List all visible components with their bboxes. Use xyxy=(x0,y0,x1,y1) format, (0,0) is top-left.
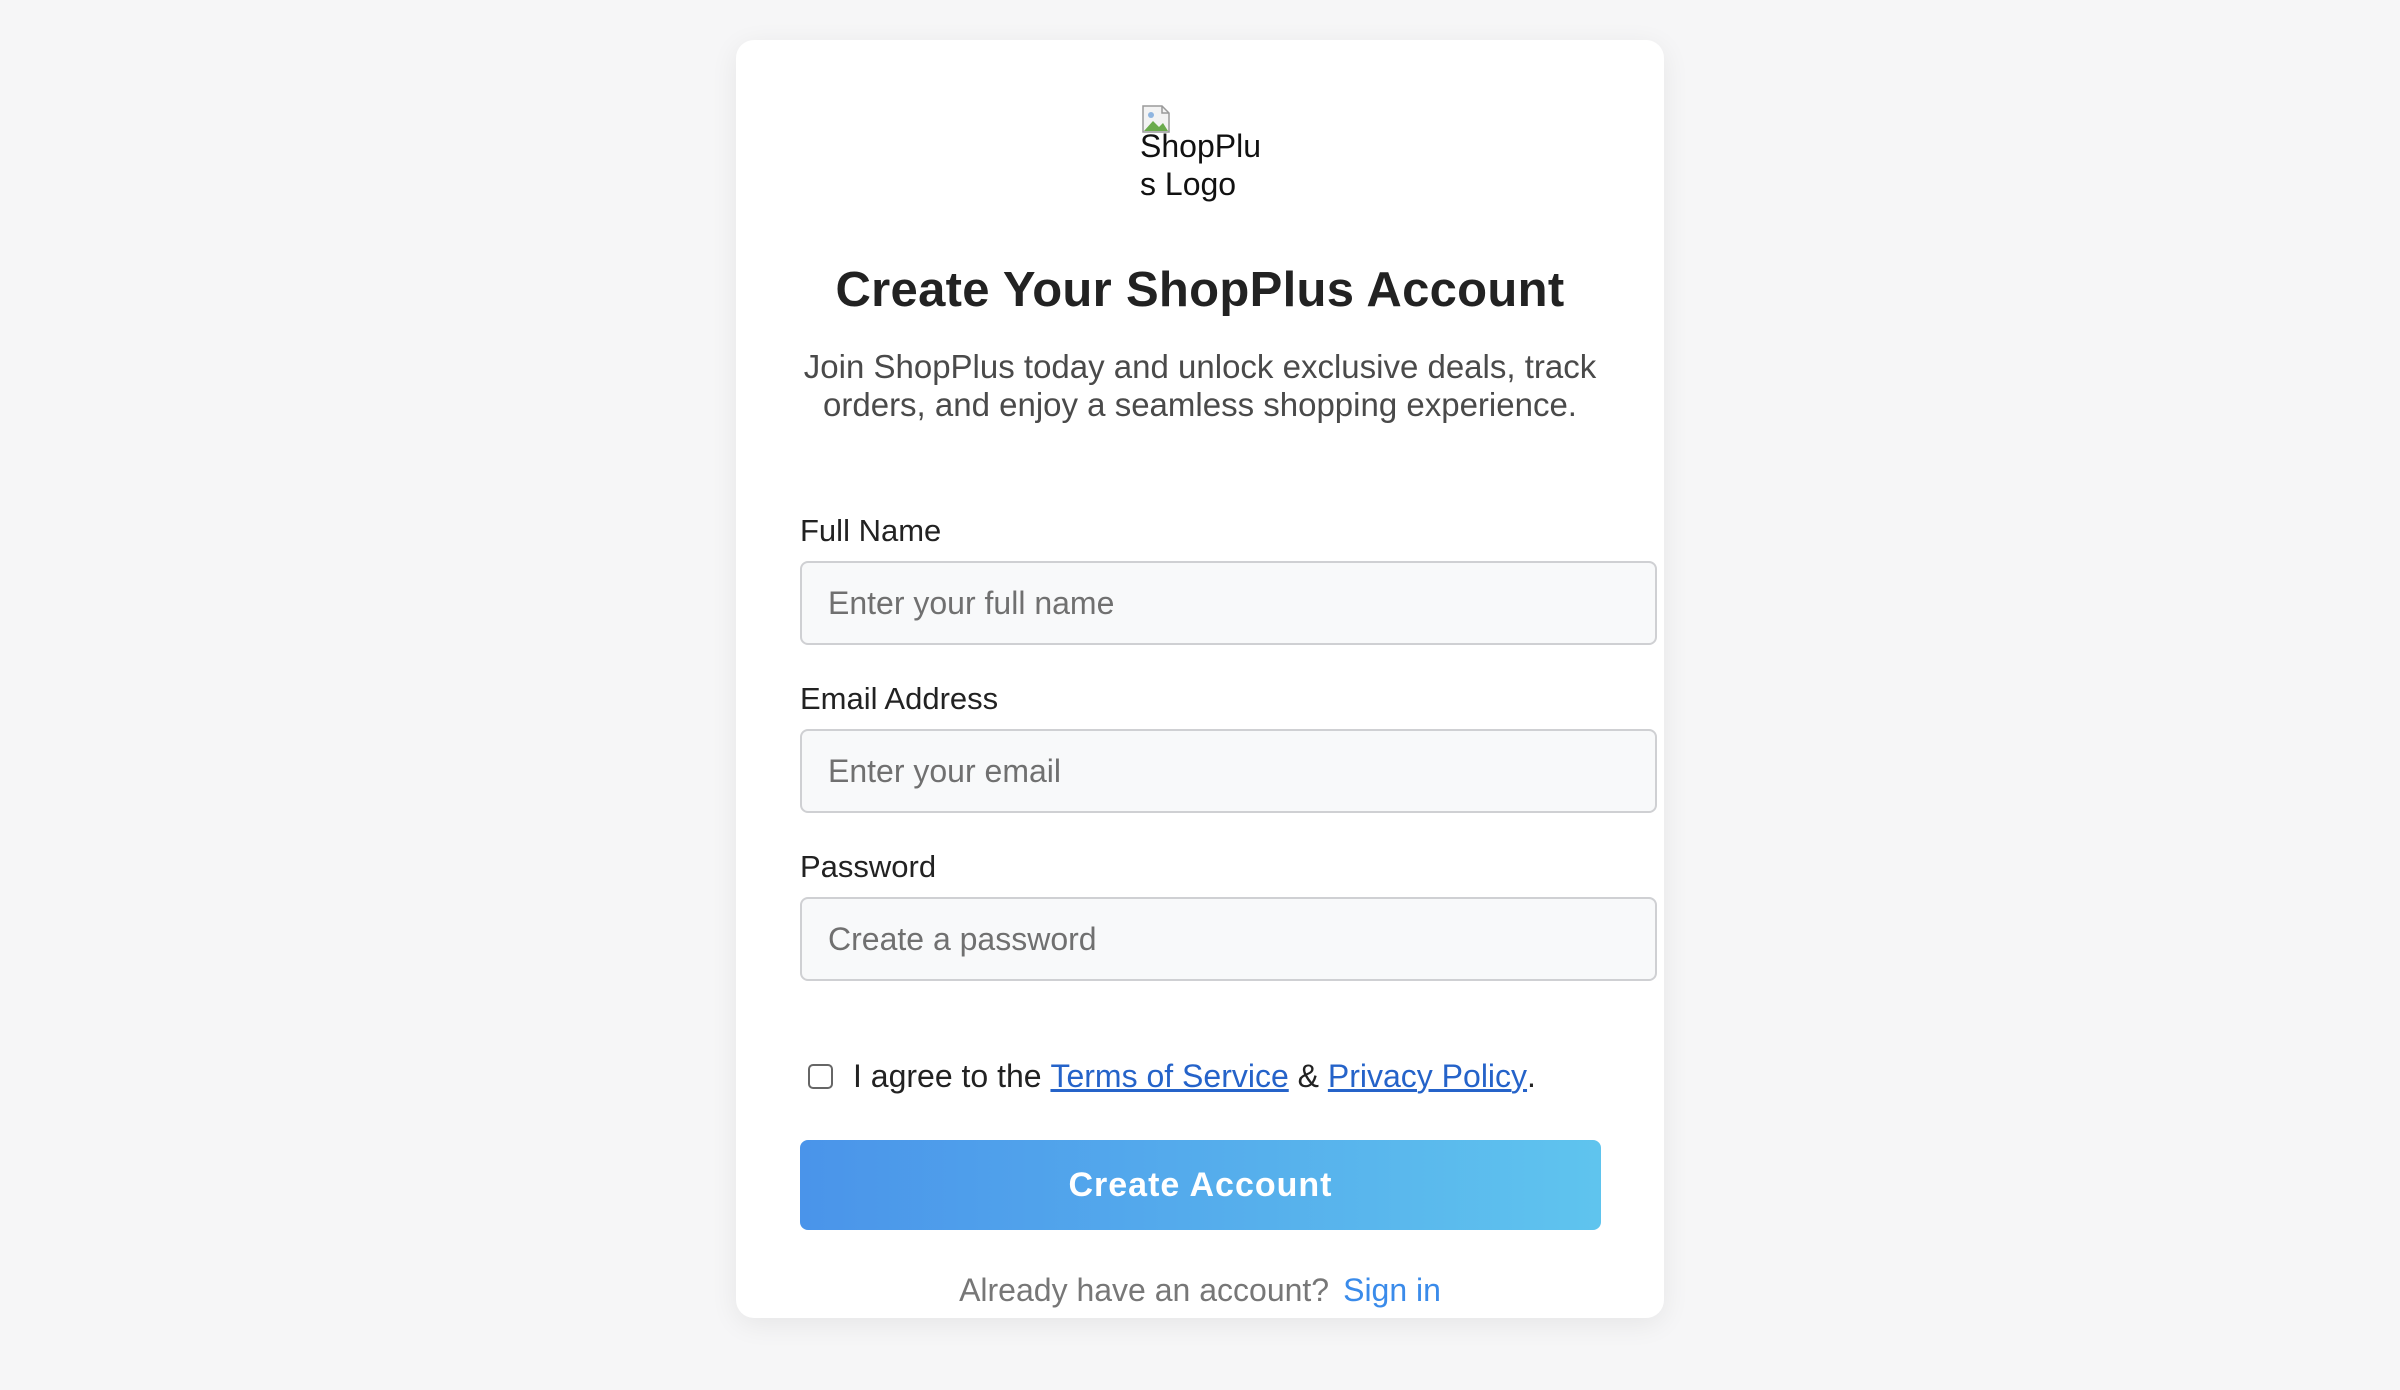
password-label: Password xyxy=(800,849,937,884)
page-title: Create Your ShopPlus Account xyxy=(835,263,1565,317)
password-input[interactable] xyxy=(800,897,1657,981)
terms-checkbox[interactable] xyxy=(808,1063,833,1089)
signin-prompt: Already have an account? Sign in xyxy=(736,1272,1664,1309)
terms-agreement: I agree to the Terms of Service & Privac… xyxy=(808,1056,1536,1096)
create-account-button[interactable]: Create Account xyxy=(800,1140,1601,1230)
privacy-policy-link[interactable]: Privacy Policy xyxy=(1328,1058,1527,1095)
logo-image: ShopPlus Logo xyxy=(1140,103,1280,209)
sign-in-link[interactable]: Sign in xyxy=(1343,1272,1441,1308)
full-name-input[interactable] xyxy=(800,561,1657,645)
email-input[interactable] xyxy=(800,729,1657,813)
signup-card: ShopPlus Logo Create Your ShopPlus Accou… xyxy=(736,40,1664,1318)
email-label: Email Address xyxy=(800,681,999,716)
terms-suffix-text: . xyxy=(1527,1057,1536,1094)
full-name-label: Full Name xyxy=(800,513,942,548)
terms-prefix-text: I agree to the xyxy=(853,1057,1042,1094)
logo-alt-text: ShopPlus Logo xyxy=(1140,128,1261,202)
signin-prompt-text: Already have an account? xyxy=(959,1272,1330,1308)
terms-of-service-link[interactable]: Terms of Service xyxy=(1050,1058,1288,1095)
page-subtitle: Join ShopPlus today and unlock exclusive… xyxy=(803,348,1597,423)
terms-joiner-text: & xyxy=(1297,1057,1319,1094)
